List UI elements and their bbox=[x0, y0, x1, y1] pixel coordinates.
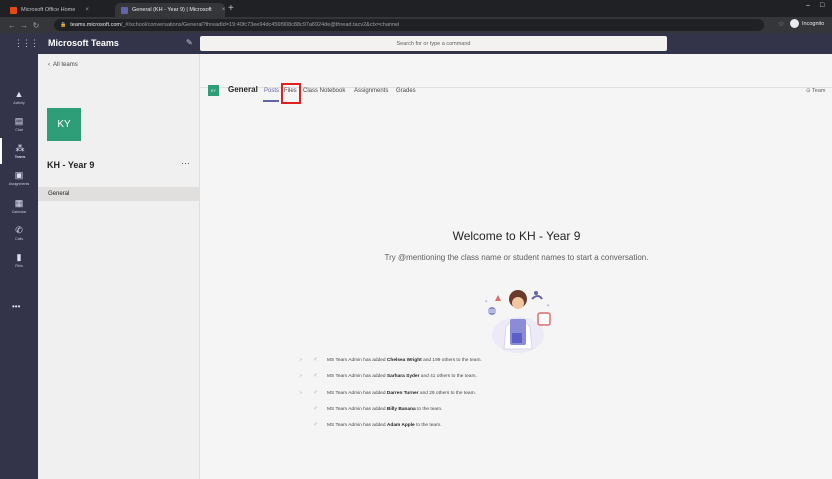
back-arrow-icon[interactable]: ← bbox=[6, 21, 18, 30]
activity-text: MS Team Admin has added Billy Banana to … bbox=[327, 406, 443, 412]
welcome-illustration: ✦ ✦ bbox=[484, 290, 551, 353]
rail-item-label: Activity bbox=[13, 100, 25, 105]
search-input[interactable]: Search for or type a command bbox=[200, 36, 667, 51]
channel-title: General bbox=[228, 85, 258, 94]
rail-item-calls[interactable]: ✆ Calls bbox=[0, 220, 38, 246]
bell-icon: ▲ bbox=[14, 88, 24, 99]
app-bar: ▲ Activity ▤ Chat ⁂ Teams ▣ Assignments … bbox=[0, 54, 38, 479]
teams-favicon-icon bbox=[121, 6, 128, 14]
app-title: Microsoft Teams bbox=[48, 38, 119, 48]
activity-item[interactable]: › ♂ MS Team Admin has added Darren Turne… bbox=[300, 387, 476, 399]
browser-toolbar: ← → ↻ 🔒 teams.microsoft.com /_#/school/c… bbox=[0, 17, 832, 33]
chevron-right-icon[interactable]: › bbox=[300, 373, 306, 379]
rail-item-label: Calls bbox=[15, 236, 23, 241]
svg-text:✦: ✦ bbox=[484, 299, 488, 305]
browser-tab-title: Microsoft Office Home bbox=[21, 7, 76, 13]
files-tab-highlight bbox=[281, 83, 301, 104]
channel-label: General bbox=[48, 191, 70, 197]
search-placeholder: Search for or type a command bbox=[396, 40, 471, 47]
tab-assignments[interactable]: Assignments bbox=[354, 88, 388, 94]
rail-item-label: Teams bbox=[14, 154, 26, 159]
channel-view: KY General Posts Files Class Notebook As… bbox=[199, 54, 832, 479]
close-tab-icon[interactable]: × bbox=[85, 7, 89, 13]
user-add-icon: ♂ bbox=[313, 406, 318, 412]
rail-item-activity[interactable]: ▲ Activity bbox=[0, 84, 38, 110]
incognito-icon bbox=[790, 19, 799, 28]
rail-item-label: Calendar bbox=[11, 209, 27, 214]
activity-item[interactable]: › ♂ MS Team Admin has added Chelsea Wrig… bbox=[300, 354, 482, 366]
new-chat-icon[interactable]: ✎ bbox=[186, 38, 193, 47]
all-teams-label: All teams bbox=[53, 62, 78, 68]
rail-item-label: Assignments bbox=[8, 181, 30, 186]
rail-item-assignments[interactable]: ▣ Assignments bbox=[0, 165, 38, 191]
team-options-button[interactable]: ··· bbox=[181, 158, 190, 168]
activity-text: MS Team Admin has added Darren Turner an… bbox=[327, 390, 476, 396]
incognito-label: Incognito bbox=[802, 20, 825, 27]
rail-item-label: Files bbox=[15, 263, 23, 268]
url-path: /_#/school/conversations/General?threadI… bbox=[120, 22, 400, 28]
new-tab-button[interactable]: + bbox=[228, 3, 234, 15]
channel-avatar: KY bbox=[208, 85, 219, 96]
team-name: KH - Year 9 bbox=[47, 160, 95, 170]
rail-item-calendar[interactable]: ▦ Calendar bbox=[0, 193, 38, 219]
bookmark-star-icon[interactable]: ☆ bbox=[778, 20, 784, 28]
office-favicon-icon bbox=[10, 6, 17, 14]
active-tab-indicator bbox=[263, 100, 279, 102]
chat-icon: ▤ bbox=[14, 115, 24, 126]
phone-icon: ✆ bbox=[15, 224, 23, 235]
lock-icon: 🔒 bbox=[60, 22, 67, 28]
calendar-icon: ▦ bbox=[14, 197, 24, 208]
user-add-icon: ♂ bbox=[313, 357, 318, 363]
tab-class-notebook[interactable]: Class Notebook bbox=[303, 88, 345, 94]
activity-item[interactable]: › ♂ MS Team Admin has added Sarhara Syde… bbox=[300, 370, 477, 382]
team-panel: ‹ All teams KY KH - Year 9 ··· General bbox=[38, 54, 199, 479]
minimize-button[interactable]: – bbox=[806, 2, 810, 9]
tab-grades[interactable]: Grades bbox=[396, 88, 416, 94]
browser-tab-teams[interactable]: General (KH - Year 9) | Microsoft × bbox=[115, 3, 225, 17]
forward-arrow-icon[interactable]: → bbox=[18, 21, 30, 30]
user-add-icon: ♂ bbox=[313, 390, 318, 396]
more-apps-button[interactable]: ••• bbox=[12, 302, 20, 311]
channel-item-general[interactable]: General bbox=[38, 187, 199, 201]
all-teams-link[interactable]: ‹ All teams bbox=[48, 62, 78, 68]
teams-icon: ⁂ bbox=[15, 142, 25, 153]
reload-icon[interactable]: ↻ bbox=[30, 21, 42, 30]
rail-item-chat[interactable]: ▤ Chat bbox=[0, 111, 38, 137]
close-tab-icon[interactable]: × bbox=[222, 7, 225, 13]
rail-item-files[interactable]: ▮ Files bbox=[0, 247, 38, 273]
url-host: teams.microsoft.com bbox=[70, 22, 121, 28]
chevron-right-icon[interactable]: › bbox=[300, 390, 306, 396]
browser-tab-office-home[interactable]: Microsoft Office Home × bbox=[4, 3, 112, 17]
app-launcher-icon[interactable]: ⋮⋮⋮ bbox=[14, 38, 39, 49]
chevron-left-icon: ‹ bbox=[48, 62, 50, 68]
activity-item: ♂ MS Team Admin has added Adam Apple to … bbox=[300, 419, 441, 431]
activity-item: ♂ MS Team Admin has added Billy Banana t… bbox=[300, 403, 442, 415]
assignments-icon: ▣ bbox=[14, 169, 24, 180]
address-bar[interactable]: 🔒 teams.microsoft.com /_#/school/convers… bbox=[54, 19, 764, 31]
activity-text: MS Team Admin has added Chelsea Wright a… bbox=[327, 357, 482, 363]
rail-item-teams[interactable]: ⁂ Teams bbox=[0, 138, 38, 164]
welcome-title: Welcome to KH - Year 9 bbox=[452, 229, 581, 243]
chevron-right-icon[interactable]: › bbox=[300, 357, 306, 363]
welcome-subtitle: Try @mentioning the class name or studen… bbox=[384, 253, 649, 262]
file-icon: ▮ bbox=[16, 251, 22, 262]
activity-text: MS Team Admin has added Adam Apple to th… bbox=[327, 422, 442, 428]
user-add-icon: ♂ bbox=[313, 422, 318, 428]
rail-item-label: Chat bbox=[15, 127, 23, 132]
teams-header: ⋮⋮⋮ Microsoft Teams ✎ Search for or type… bbox=[0, 33, 832, 54]
activity-text: MS Team Admin has added Sarhara Syder an… bbox=[327, 373, 477, 379]
incognito-profile[interactable]: Incognito bbox=[790, 19, 824, 28]
team-avatar: KY bbox=[47, 108, 81, 141]
browser-tab-title: General (KH - Year 9) | Microsoft bbox=[132, 7, 212, 13]
svg-text:✦: ✦ bbox=[546, 303, 550, 309]
team-link-button[interactable]: ⊙ Team bbox=[806, 88, 826, 94]
user-add-icon: ♂ bbox=[313, 373, 318, 379]
browser-tab-bar: Microsoft Office Home × General (KH - Ye… bbox=[0, 0, 832, 17]
maximize-button[interactable]: □ bbox=[820, 2, 824, 9]
tab-posts[interactable]: Posts bbox=[264, 88, 279, 94]
